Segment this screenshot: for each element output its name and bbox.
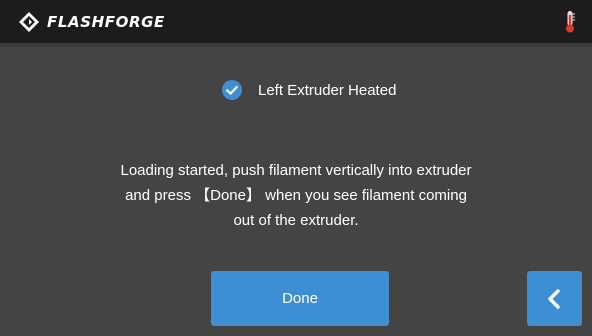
status-label: Left Extruder Heated	[258, 81, 397, 99]
brand-name: FLASHFORGE	[47, 13, 165, 31]
filament-loading-screen: FLASHFORGE Left Extruder Heated Loading …	[0, 0, 592, 336]
header-bar: FLASHFORGE	[0, 0, 592, 43]
back-button[interactable]	[527, 271, 582, 326]
header-divider	[0, 43, 592, 47]
instruction-line: Loading started, push filament verticall…	[120, 162, 472, 179]
done-button[interactable]: Done	[211, 271, 389, 326]
flashforge-logo-icon	[19, 12, 39, 32]
loading-instruction: Loading started, push filament verticall…	[40, 158, 552, 233]
instruction-line: out of the extruder.	[233, 212, 359, 229]
check-circle-icon	[222, 80, 242, 100]
instruction-line: and press 【Done】 when you see filament c…	[125, 187, 467, 204]
chevron-left-icon	[547, 288, 560, 309]
brand-logo: FLASHFORGE	[18, 11, 165, 33]
extruder-status: Left Extruder Heated	[222, 80, 396, 100]
thermometer-icon[interactable]	[563, 10, 577, 34]
